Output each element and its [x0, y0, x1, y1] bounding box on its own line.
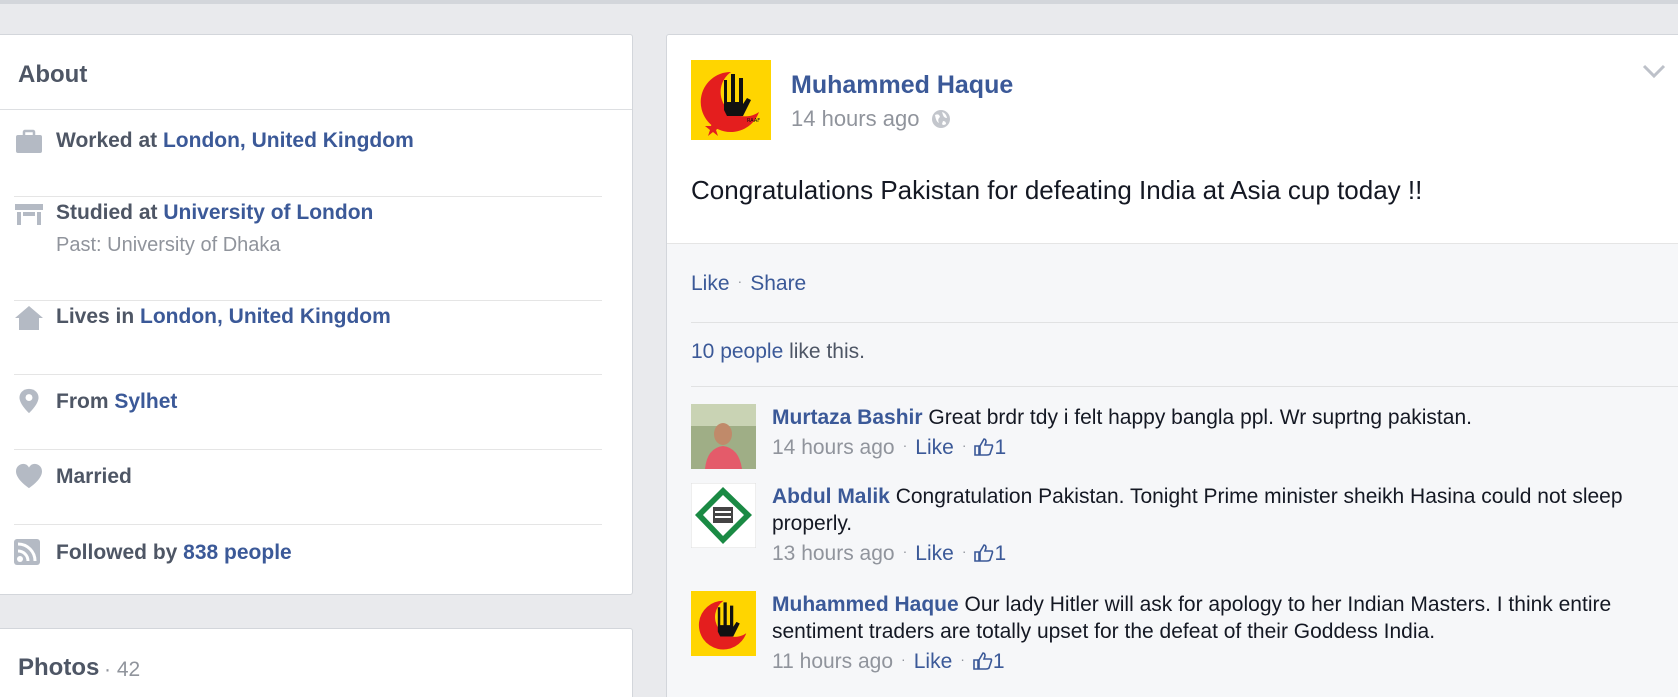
comment-author-link[interactable]: Muhammed Haque	[772, 593, 959, 616]
comment-time[interactable]: 11 hours ago	[772, 650, 893, 673]
commenter-avatar[interactable]	[691, 483, 756, 548]
likes-count-link[interactable]: 10 people	[691, 340, 783, 363]
divider	[691, 322, 1678, 323]
followers-count-link[interactable]: 838 people	[183, 541, 292, 564]
author-avatar[interactable]: RAAF	[691, 60, 771, 140]
from-place-link[interactable]: Sylhet	[114, 390, 177, 413]
comment-time[interactable]: 13 hours ago	[772, 542, 895, 565]
commenter-avatar[interactable]	[691, 591, 756, 656]
post-text: Congratulations Pakistan for defeating I…	[691, 175, 1423, 205]
study-place-link[interactable]: University of London	[163, 201, 373, 224]
comment-text: Congratulation Pakistan. Tonight Prime m…	[772, 485, 1623, 535]
post-card: RAAF Muhammed Haque 14 hours ago Congrat…	[666, 34, 1678, 697]
about-card: About Worked at London, United Kingdom S…	[0, 34, 633, 595]
about-lives: Lives in London, United Kingdom	[14, 305, 602, 375]
comment-like-button[interactable]: Like	[914, 650, 953, 673]
comment-author-link[interactable]: Murtaza Bashir	[772, 406, 923, 429]
about-from: From Sylhet	[14, 388, 602, 450]
study-prefix: Studied at	[56, 201, 164, 224]
like-button[interactable]: Like	[691, 272, 730, 295]
comment-like-button[interactable]: Like	[915, 542, 954, 565]
post-footer: Like · Share 10 people like this. Murtaza …	[667, 243, 1678, 697]
comment-like-button[interactable]: Like	[915, 436, 954, 459]
about-title: About	[0, 35, 632, 110]
divider	[691, 386, 1678, 387]
post-timestamp[interactable]: 14 hours ago	[791, 106, 919, 132]
about-study: Studied at University of London Past: Un…	[14, 201, 602, 301]
heart-icon	[16, 463, 42, 489]
svg-text:RAAF: RAAF	[747, 118, 760, 124]
comment-like-count[interactable]: 1	[994, 436, 1006, 459]
comment-like-count[interactable]: 1	[994, 542, 1006, 565]
location-pin-icon	[19, 388, 39, 414]
comment-like-count[interactable]: 1	[993, 650, 1005, 673]
relationship-text: Married	[56, 465, 132, 488]
comment-meta: 11 hours ago · Like · 1	[772, 650, 1005, 673]
photos-card: Photos · 42	[0, 628, 633, 697]
followers-prefix: Followed by	[56, 541, 184, 564]
photos-count: · 42	[104, 658, 141, 681]
about-followers: Followed by 838 people	[14, 539, 602, 591]
top-border	[0, 0, 1678, 4]
comment-time[interactable]: 14 hours ago	[772, 436, 895, 459]
thumbs-up-icon	[973, 652, 993, 670]
commenter-avatar[interactable]	[691, 404, 756, 469]
globe-icon[interactable]	[931, 109, 951, 129]
about-relationship: Married	[14, 463, 602, 525]
house-icon	[15, 306, 43, 330]
work-place-link[interactable]: London, United Kingdom	[163, 129, 414, 152]
school-icon	[15, 204, 43, 225]
from-prefix: From	[56, 390, 115, 413]
work-prefix: Worked at	[56, 129, 163, 152]
thumbs-up-icon	[974, 438, 994, 456]
likes-suffix: like this.	[783, 340, 865, 363]
likes-summary: 10 people like this.	[691, 340, 865, 364]
lives-prefix: Lives in	[56, 305, 141, 328]
comment-meta: 13 hours ago · Like · 1	[772, 542, 1007, 565]
comment-author-link[interactable]: Abdul Malik	[772, 485, 890, 508]
study-past: Past: University of Dhaka	[56, 234, 281, 256]
about-work: Worked at London, United Kingdom	[14, 129, 602, 197]
chevron-down-icon[interactable]	[1641, 62, 1667, 80]
comment-meta: 14 hours ago · Like · 1	[772, 436, 1007, 459]
briefcase-icon	[16, 129, 42, 153]
post-author-link[interactable]: Muhammed Haque	[791, 71, 1013, 100]
rss-icon	[14, 539, 40, 565]
share-button[interactable]: Share	[750, 272, 806, 295]
post-actions: Like · Share	[691, 272, 807, 295]
comment-text: Great brdr tdy i felt happy bangla ppl. …	[928, 406, 1472, 429]
thumbs-up-icon	[974, 544, 994, 562]
photos-title[interactable]: Photos	[18, 654, 99, 682]
lives-place-link[interactable]: London, United Kingdom	[140, 305, 391, 328]
